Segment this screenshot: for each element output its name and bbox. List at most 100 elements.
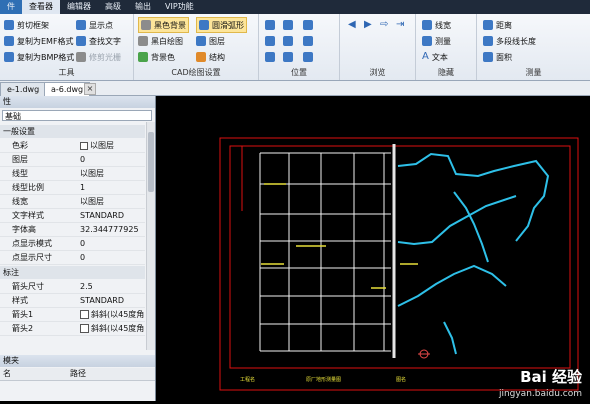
tab-e1[interactable]: e-1.dwg (0, 82, 47, 96)
copy-bmp-icon (4, 52, 14, 62)
prop-key: 线宽 (12, 197, 28, 206)
zoom-window-button[interactable] (265, 18, 275, 32)
layers-button[interactable]: 图层 (196, 34, 225, 48)
area-button[interactable]: 面积 (483, 50, 512, 64)
red-annotations (418, 349, 430, 359)
close-tab-icon[interactable]: × (84, 83, 96, 95)
copy-emf-icon (4, 36, 14, 46)
prop-value-text: 斜斜(以45度角 (91, 324, 144, 333)
zoom-extents-icon (283, 20, 293, 30)
clip-frame-label: 剪切框架 (17, 20, 49, 30)
fit-button[interactable] (265, 50, 275, 64)
last-sheet-button[interactable]: ⇥ (396, 18, 404, 32)
arrow-left-icon: ◀ (348, 19, 356, 30)
prop-row[interactable]: 线型比例 1 (0, 181, 145, 195)
smooth-arc-label: 圆滑弧形 (212, 20, 244, 30)
property-filter-select[interactable]: 基础 (2, 110, 152, 121)
menu-viewer[interactable]: 查看器 (22, 0, 60, 14)
prop-row[interactable]: 箭头1 斜斜(以45度角 (0, 308, 145, 322)
prop-row[interactable]: 线宽 以图层 (0, 195, 145, 209)
prop-row[interactable]: 箭头尺寸 2.5 (0, 280, 145, 294)
prop-row[interactable]: 色彩 以图层 (0, 139, 145, 153)
zoom-in-button[interactable] (303, 18, 313, 32)
zoom-window-icon (265, 20, 275, 30)
find-text-button[interactable]: 查找文字 (76, 34, 121, 48)
prop-row[interactable]: 点显示尺寸 0 (0, 251, 145, 265)
rotate-icon (283, 36, 293, 46)
line-width-button[interactable]: 线宽 (422, 18, 451, 32)
text-toggle-button[interactable]: A 文本 (422, 50, 448, 64)
prop-key: 样式 (12, 296, 28, 305)
trim-raster-icon (76, 52, 86, 62)
menu-advanced[interactable]: 高级 (98, 0, 128, 14)
zoom-real-button[interactable] (303, 50, 313, 64)
terrain-outline (397, 152, 550, 355)
black-background-icon (141, 20, 151, 30)
distance-button[interactable]: 距离 (483, 18, 512, 32)
line-width-icon (422, 20, 432, 30)
prop-row[interactable]: 点显示模式 0 (0, 237, 145, 251)
zoom-out-button[interactable] (303, 34, 313, 48)
document-tabs: e-1.dwg a-6.dwg × (0, 81, 590, 96)
zoom-extents-button[interactable] (283, 18, 293, 32)
prop-key: 文字样式 (12, 211, 44, 220)
scrollbar-thumb[interactable] (148, 132, 154, 192)
section-annotation: 标注 (0, 266, 145, 279)
copy-bmp-button[interactable]: 复制为BMP格式 (4, 50, 74, 64)
menu-vip[interactable]: VIP功能 (158, 0, 201, 14)
layers-icon (196, 36, 206, 46)
clip-frame-button[interactable]: 剪切框架 (4, 18, 49, 32)
back-button[interactable]: ◀ (348, 18, 356, 32)
zoom-out-icon (303, 36, 313, 46)
prop-value: 1 (80, 183, 86, 192)
drawing-canvas[interactable]: 工程名 原厂地形测量图 图名 (156, 96, 590, 401)
view-button[interactable] (283, 50, 293, 64)
pan-icon (265, 36, 275, 46)
prop-value: 2.5 (80, 282, 93, 291)
column-name[interactable]: 名 (3, 368, 11, 380)
measure-toggle-label: 测量 (435, 36, 451, 46)
prop-row[interactable]: 线型 以图层 (0, 167, 145, 181)
prop-row[interactable]: 文字样式 STANDARD (0, 209, 145, 223)
prop-key: 图层 (12, 155, 28, 164)
menu-file[interactable]: 件 (0, 0, 22, 14)
black-white-button[interactable]: 黑白绘图 (138, 34, 183, 48)
prop-key: 点显示尺寸 (12, 253, 52, 262)
rotate-button[interactable] (283, 34, 293, 48)
measure-toggle-button[interactable]: 测量 (422, 34, 451, 48)
menu-output[interactable]: 输出 (128, 0, 158, 14)
column-path[interactable]: 路径 (70, 368, 86, 380)
cad-drawing: 工程名 原厂地形测量图 图名 (219, 137, 579, 391)
text-toggle-label: 文本 (431, 52, 448, 62)
pan-button[interactable] (265, 34, 275, 48)
smooth-arc-button[interactable]: 圆滑弧形 (196, 17, 247, 33)
prop-key: 字体高 (12, 225, 36, 234)
black-background-button[interactable]: 黑色背景 (138, 17, 189, 33)
next-sheet-button[interactable]: ⇨ (380, 18, 388, 32)
background-color-button[interactable]: 背景色 (138, 50, 175, 64)
structure-label: 结构 (209, 52, 225, 62)
prop-key: 箭头1 (12, 310, 34, 319)
prop-value-text: 以图层 (90, 141, 114, 150)
structure-button[interactable]: 结构 (196, 50, 225, 64)
wall-grid (259, 152, 391, 352)
prop-row[interactable]: 箭头2 斜斜(以45度角 (0, 322, 145, 336)
copy-emf-label: 复制为EMF格式 (17, 36, 74, 46)
next-sheet-icon: ⇨ (380, 19, 389, 30)
prop-row[interactable]: 字体高 32.344777925 (0, 223, 145, 237)
section-general: 一般设置 (0, 125, 145, 138)
layers-label: 图层 (209, 36, 225, 46)
background-color-icon (138, 52, 148, 62)
menu-editor[interactable]: 编辑器 (60, 0, 98, 14)
panel-title: 性 (0, 96, 155, 108)
prop-row[interactable]: 图层 0 (0, 153, 145, 167)
polyline-length-button[interactable]: 多段线长度 (483, 34, 536, 48)
find-text-icon (76, 36, 86, 46)
prop-row[interactable]: 样式 STANDARD (0, 294, 145, 308)
trim-raster-button[interactable]: 修剪光栅 (76, 50, 121, 64)
panel-scrollbar[interactable] (146, 122, 155, 350)
line-width-label: 线宽 (435, 20, 451, 30)
forward-button[interactable]: ▶ (364, 18, 372, 32)
copy-emf-button[interactable]: 复制为EMF格式 (4, 34, 74, 48)
show-points-button[interactable]: 显示点 (76, 18, 113, 32)
